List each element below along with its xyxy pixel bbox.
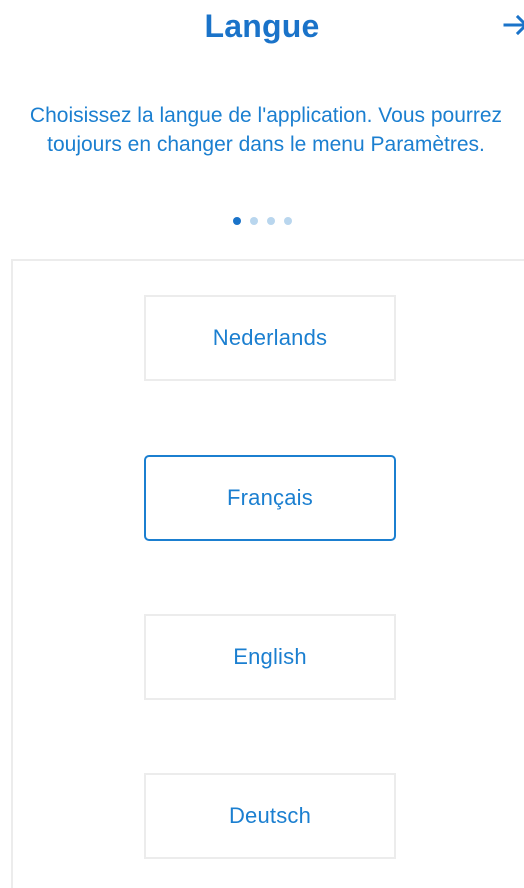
pagination-dot-3 bbox=[266, 217, 275, 225]
language-option-deutsch[interactable]: Deutsch bbox=[144, 773, 396, 859]
header: Langue bbox=[0, 0, 524, 62]
pagination-dots bbox=[0, 217, 524, 225]
language-onboarding-screen: Langue Choisissez la langue de l'applica… bbox=[0, 0, 524, 888]
pagination-dot-1 bbox=[232, 217, 241, 225]
language-option-francais[interactable]: Français bbox=[144, 455, 396, 541]
pagination-dot-4 bbox=[283, 217, 292, 225]
language-instructions: Choisissez la langue de l'application. V… bbox=[29, 104, 503, 156]
language-option-english[interactable]: English bbox=[144, 614, 396, 700]
pagination-dot-2 bbox=[249, 217, 258, 225]
language-option-nederlands[interactable]: Nederlands bbox=[144, 295, 396, 381]
page-title: Langue bbox=[204, 8, 320, 44]
arrow-right-icon[interactable] bbox=[502, 10, 524, 40]
